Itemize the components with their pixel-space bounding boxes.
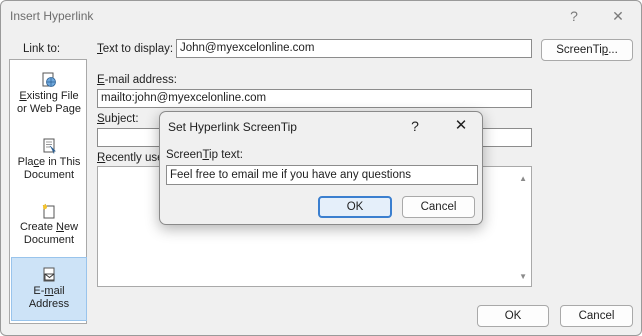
sidebar-item-email-address[interactable]: E-mail Address [11,257,87,321]
document-place-icon [43,138,56,154]
insert-hyperlink-dialog: Insert Hyperlink ? ✕ Link to: Text to di… [0,0,642,336]
new-document-icon [42,203,55,219]
link-to-sidebar: Existing File or Web Page Place in This … [9,59,87,324]
ok-button[interactable]: OK [477,305,549,327]
close-button[interactable]: ✕ [603,5,633,27]
help-button[interactable]: ? [559,5,589,27]
title-bar: Insert Hyperlink ? ✕ [1,1,641,31]
screentip-dialog: Set Hyperlink ScreenTip ? ✕ ScreenTip te… [159,111,483,225]
link-to-label: Link to: [23,43,61,55]
sidebar-item-existing-file[interactable]: Existing File or Web Page [11,72,87,122]
scroll-up-icon[interactable]: ▲ [519,174,527,183]
web-page-globe-icon [42,72,56,87]
text-to-display-input[interactable]: John@myexcelonline.com [176,39,532,58]
sidebar-item-place-in-document[interactable]: Place in This Document [11,138,87,188]
email-address-label: E-mail address: [97,74,177,86]
screentip-dialog-title: Set Hyperlink ScreenTip [168,120,297,134]
screentip-text-input[interactable]: Feel free to email me if you have any qu… [166,165,478,185]
scroll-down-icon[interactable]: ▼ [519,272,527,281]
screentip-ok-button[interactable]: OK [318,196,392,218]
text-to-display-label: Text to display: [97,43,174,55]
email-address-input[interactable]: mailto:john@myexcelonline.com [97,89,532,108]
dialog-title: Insert Hyperlink [10,9,94,23]
screentip-text-label: ScreenTip text: [166,149,243,161]
cancel-button[interactable]: Cancel [560,305,633,327]
screentip-cancel-button[interactable]: Cancel [402,196,475,218]
email-envelope-icon [43,267,55,282]
screentip-close-button[interactable]: ✕ [446,115,476,137]
subject-label: Subject: [97,113,139,125]
screentip-button[interactable]: ScreenTip... [541,39,633,61]
screentip-help-button[interactable]: ? [400,115,430,137]
sidebar-item-new-document[interactable]: Create New Document [11,203,87,253]
